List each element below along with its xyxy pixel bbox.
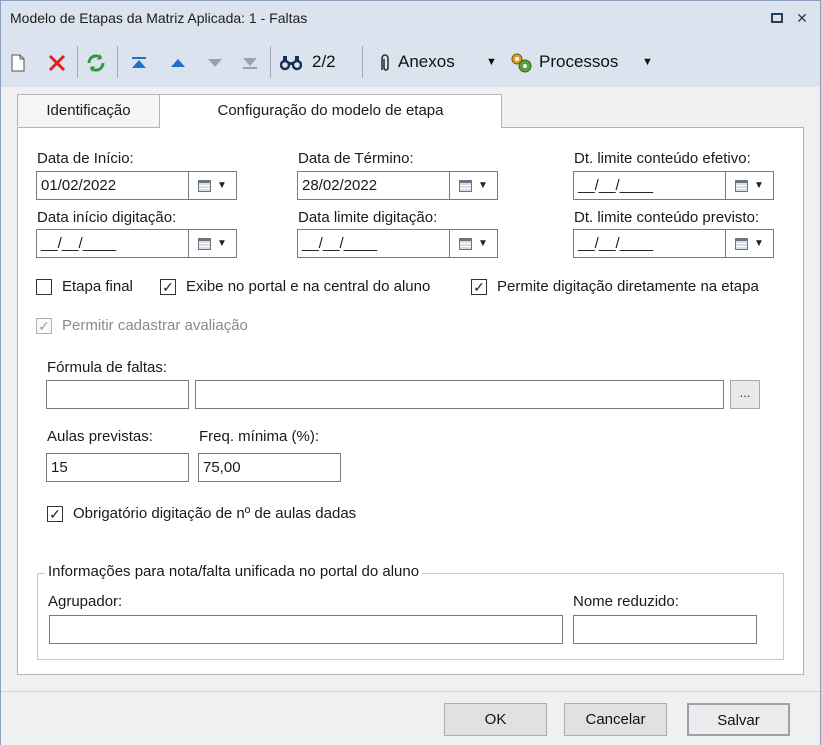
freq-minima-input[interactable]: 75,00 [198, 453, 341, 482]
toolbar-separator [362, 46, 363, 78]
freq-minima-label: Freq. mínima (%): [199, 428, 320, 445]
toolbar-separator [77, 46, 78, 78]
data-inicio-digitacao-field[interactable]: __/__/____ ▼ [36, 229, 237, 258]
processos-gears-icon[interactable] [508, 37, 534, 87]
permite-digitacao-checkbox[interactable]: ✓ [471, 279, 487, 295]
agrupador-label: Agrupador: [48, 593, 123, 610]
data-limite-digitacao-field[interactable]: __/__/____ ▼ [297, 229, 498, 258]
unificada-group-title: Informações para nota/falta unificada no… [45, 563, 423, 580]
aulas-previstas-label: Aulas previstas: [47, 428, 153, 445]
cancel-button[interactable]: Cancelar [564, 703, 667, 736]
previous-record-icon[interactable] [167, 37, 189, 87]
toolbar-separator [270, 46, 271, 78]
tab-content: Data de Início: 01/02/2022 ▼ Data de Tér… [17, 127, 804, 675]
calendar-dropdown-button[interactable]: ▼ [725, 230, 773, 257]
toolbar: 2/2 Anexos ▼ Processos ▼ [1, 37, 820, 87]
calendar-dropdown-button[interactable]: ▼ [725, 172, 773, 199]
tab-label: Identificação [46, 102, 131, 119]
data-limite-digitacao-value: __/__/____ [302, 235, 378, 252]
data-inicio-field[interactable]: 01/02/2022 ▼ [36, 171, 237, 200]
permite-digitacao-label: Permite digitação diretamente na etapa [497, 278, 759, 295]
dt-limite-previsto-field[interactable]: __/__/____ ▼ [573, 229, 774, 258]
processos-dropdown-icon[interactable]: ▼ [642, 37, 653, 87]
paperclip-icon[interactable] [375, 37, 395, 87]
ok-button[interactable]: OK [444, 703, 547, 736]
data-inicio-value: 01/02/2022 [41, 177, 117, 194]
data-termino-field[interactable]: 28/02/2022 ▼ [297, 171, 498, 200]
nome-reduzido-label: Nome reduzido: [573, 593, 679, 610]
first-record-icon[interactable] [128, 37, 150, 87]
permitir-avaliacao-checkbox: ✓ [36, 318, 52, 334]
tab-identificacao[interactable]: Identificação [17, 94, 160, 126]
toolbar-separator [117, 46, 118, 78]
data-termino-label: Data de Término: [298, 150, 414, 167]
calendar-icon [735, 238, 748, 250]
exibe-portal-label: Exibe no portal e na central do aluno [186, 278, 431, 295]
delete-icon[interactable] [45, 37, 69, 87]
new-record-icon[interactable] [8, 37, 28, 87]
title-bar: Modelo de Etapas da Matriz Aplicada: 1 -… [1, 1, 820, 37]
anexos-button[interactable]: Anexos [398, 37, 455, 87]
permitir-avaliacao-label: Permitir cadastrar avaliação [62, 317, 248, 334]
data-inicio-digitacao-value: __/__/____ [41, 235, 117, 252]
formula-code-input[interactable] [46, 380, 189, 409]
chevron-down-icon: ▼ [754, 180, 764, 191]
formula-faltas-label: Fórmula de faltas: [47, 359, 168, 376]
maximize-icon[interactable] [767, 7, 787, 29]
unificada-groupbox: Informações para nota/falta unificada no… [37, 563, 784, 660]
dt-limite-efetivo-label: Dt. limite conteúdo efetivo: [574, 150, 751, 167]
chevron-down-icon: ▼ [217, 238, 227, 249]
etapa-final-label: Etapa final [62, 278, 133, 295]
dt-limite-previsto-label: Dt. limite conteúdo previsto: [574, 209, 760, 226]
chevron-down-icon: ▼ [754, 238, 764, 249]
processos-button[interactable]: Processos [539, 37, 618, 87]
obrigatorio-aulas-label: Obrigatório digitação de nº de aulas dad… [73, 505, 357, 522]
dialog-window: Modelo de Etapas da Matriz Aplicada: 1 -… [0, 0, 821, 745]
formula-description-input[interactable] [195, 380, 724, 409]
nome-reduzido-input[interactable] [573, 615, 757, 644]
refresh-icon[interactable] [84, 37, 108, 87]
dt-limite-efetivo-field[interactable]: __/__/____ ▼ [573, 171, 774, 200]
tab-label: Configuração do modelo de etapa [217, 102, 444, 119]
chevron-down-icon: ▼ [217, 180, 227, 191]
dt-limite-previsto-value: __/__/____ [578, 235, 654, 252]
record-counter: 2/2 [312, 52, 336, 71]
anexos-dropdown-icon[interactable]: ▼ [486, 37, 497, 87]
calendar-icon [459, 180, 472, 192]
calendar-dropdown-button[interactable]: ▼ [449, 230, 497, 257]
data-inicio-digitacao-label: Data início digitação: [37, 209, 177, 226]
footer-bar: OK Cancelar Salvar [1, 691, 820, 745]
formula-lookup-button[interactable]: ... [730, 380, 760, 409]
chevron-down-icon: ▼ [478, 180, 488, 191]
data-limite-digitacao-label: Data limite digitação: [298, 209, 438, 226]
next-record-icon [204, 37, 226, 87]
etapa-final-checkbox[interactable] [36, 279, 52, 295]
calendar-dropdown-button[interactable]: ▼ [449, 172, 497, 199]
data-termino-value: 28/02/2022 [302, 177, 378, 194]
calendar-icon [198, 180, 211, 192]
save-button[interactable]: Salvar [687, 703, 790, 736]
calendar-dropdown-button[interactable]: ▼ [188, 172, 236, 199]
close-icon[interactable]: ✕ [792, 7, 812, 29]
window-title: Modelo de Etapas da Matriz Aplicada: 1 -… [10, 10, 308, 26]
find-icon[interactable] [278, 37, 304, 87]
tab-configuracao[interactable]: Configuração do modelo de etapa [159, 94, 502, 128]
data-inicio-label: Data de Início: [37, 150, 134, 167]
aulas-previstas-input[interactable]: 15 [46, 453, 189, 482]
chevron-down-icon: ▼ [478, 238, 488, 249]
obrigatorio-aulas-checkbox[interactable]: ✓ [47, 506, 63, 522]
main-panel: Identificação Configuração do modelo de … [14, 94, 807, 683]
last-record-icon [239, 37, 261, 87]
calendar-dropdown-button[interactable]: ▼ [188, 230, 236, 257]
calendar-icon [198, 238, 211, 250]
dt-limite-efetivo-value: __/__/____ [578, 177, 654, 194]
calendar-icon [459, 238, 472, 250]
agrupador-input[interactable] [49, 615, 563, 644]
calendar-icon [735, 180, 748, 192]
exibe-portal-checkbox[interactable]: ✓ [160, 279, 176, 295]
